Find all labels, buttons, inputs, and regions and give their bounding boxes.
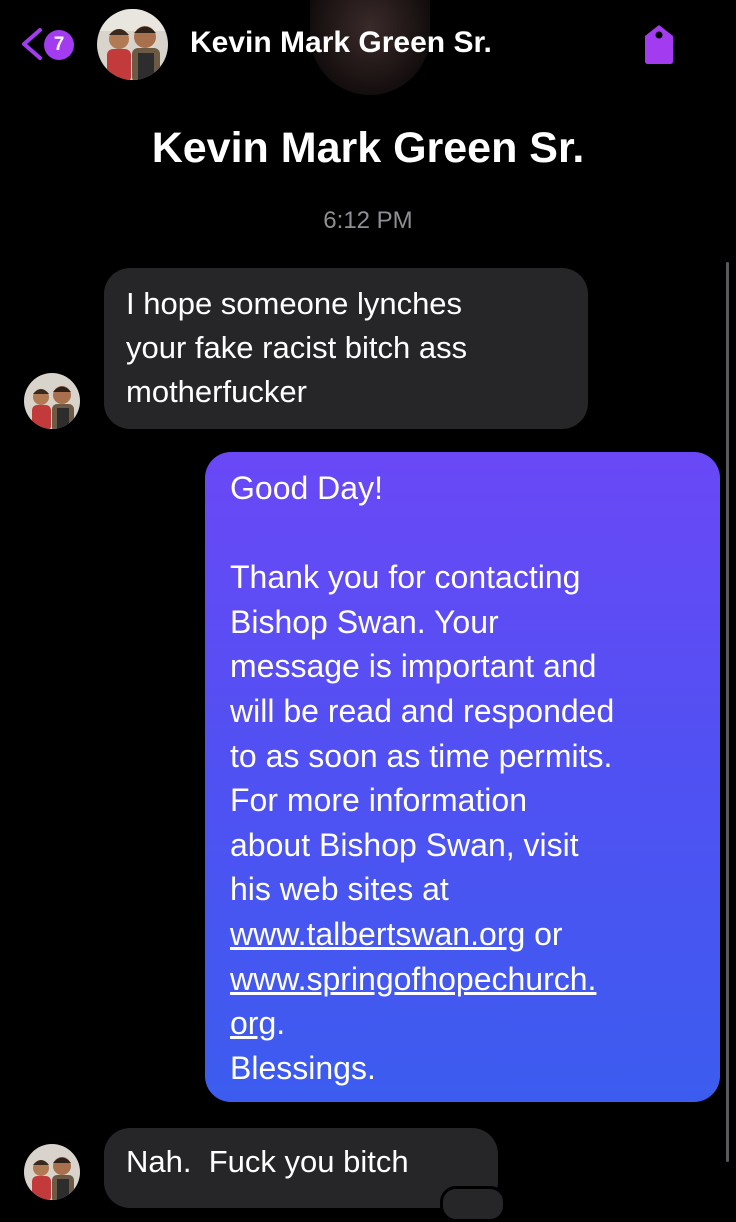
website-link-springofhope-cont[interactable]: org	[230, 1005, 276, 1041]
contact-avatar[interactable]	[97, 9, 168, 80]
incoming-message-bubble[interactable]: I hope someone lynches your fake racist …	[104, 268, 588, 429]
scrollbar[interactable]	[726, 262, 729, 1162]
website-link-talbertswan[interactable]: www.talbertswan.org	[230, 916, 525, 952]
unread-count-badge[interactable]: 7	[44, 30, 74, 60]
conversation-header: 7 Kevin Mark Green Sr.	[0, 0, 736, 95]
contact-avatar[interactable]	[24, 1144, 80, 1200]
message-line: I hope someone lynches	[126, 286, 463, 321]
tag-icon[interactable]	[640, 22, 678, 66]
message-line: motherfucker	[126, 374, 307, 409]
message-line: his web sites at	[230, 871, 449, 908]
message-line: Thank you for contacting	[230, 559, 581, 596]
message-line: For more information	[230, 782, 527, 819]
message-blank-line	[230, 511, 700, 556]
contact-avatar[interactable]	[24, 373, 80, 429]
message-text: .	[276, 1005, 286, 1042]
message-line: Bishop Swan. Your	[230, 603, 499, 640]
website-link-springofhope[interactable]: www.springofhopechurch.	[230, 961, 596, 997]
message-text: or	[525, 915, 563, 952]
message-line: message is important and	[230, 648, 597, 685]
message-line: Blessings.	[230, 1049, 376, 1086]
message-link-line: org.	[230, 1001, 700, 1046]
message-link-line: www.talbertswan.org or	[230, 912, 700, 957]
message-line: to as soon as time permits.	[230, 737, 613, 774]
outgoing-message-bubble[interactable]: Good Day! Thank you for contacting Bisho…	[205, 452, 720, 1102]
message-line: about Bishop Swan, visit	[230, 826, 579, 863]
header-contact-name[interactable]: Kevin Mark Green Sr.	[190, 26, 492, 60]
message-timestamp: 6:12 PM	[323, 207, 413, 234]
profile-name-title: Kevin Mark Green Sr.	[151, 124, 585, 172]
reaction-badge[interactable]	[440, 1186, 506, 1222]
message-line: your fake racist bitch ass	[126, 330, 468, 365]
message-link-line: www.springofhopechurch.	[230, 957, 700, 1002]
message-line: Nah. Fuck you bitch	[126, 1144, 409, 1179]
incoming-message-bubble[interactable]: Nah. Fuck you bitch	[104, 1128, 498, 1208]
message-line: Good Day!	[230, 470, 383, 506]
message-line: will be read and responded	[230, 692, 615, 729]
